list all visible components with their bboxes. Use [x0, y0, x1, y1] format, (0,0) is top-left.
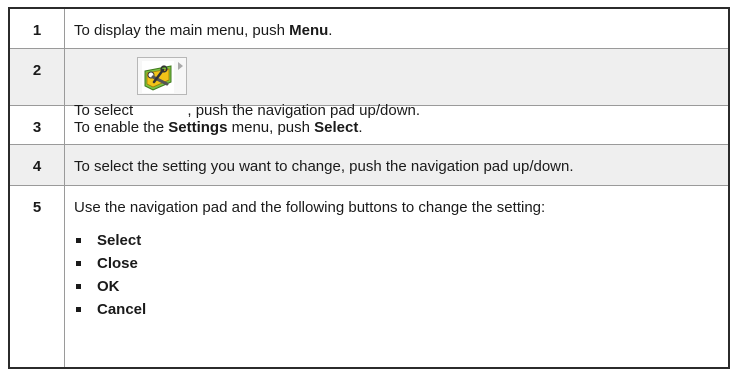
settings-tools-icon: [137, 57, 188, 119]
step-number: 3: [10, 106, 65, 144]
button-name: Select: [97, 232, 142, 249]
step-text-part: Use the navigation pad and the following…: [74, 199, 546, 216]
step-row-5: 5 Use the navigation pad and the followi…: [10, 186, 728, 367]
button-list: Select Close OK Cancel: [74, 229, 718, 321]
step-text: Use the navigation pad and the following…: [65, 186, 728, 367]
step-number: 4: [10, 145, 65, 185]
step-row-4: 4 To select the setting you want to chan…: [10, 145, 728, 186]
step-row-1: 1 To display the main menu, push Menu.: [10, 9, 728, 49]
select-key-label: Select: [314, 119, 359, 136]
bullet-square-icon: [76, 307, 81, 312]
step-text-part: , push the navigation pad up/down.: [187, 102, 421, 119]
list-item: OK: [74, 275, 718, 298]
submenu-arrow-icon: [178, 62, 184, 70]
step-text-part: .: [328, 22, 333, 39]
button-name: OK: [97, 278, 120, 295]
step-text: To select , push the navigation pad up/d…: [65, 49, 728, 119]
step-text-part: To display the main menu, push: [74, 22, 290, 39]
step-row-2: 2 To select , push the navigation pad up…: [10, 49, 728, 119]
bullet-square-icon: [76, 261, 81, 266]
step-text: To select the setting you want to change…: [65, 145, 728, 185]
bullet-square-icon: [76, 284, 81, 289]
button-name: Cancel: [97, 301, 147, 318]
step-number: 1: [10, 9, 65, 48]
step-text: To display the main menu, push Menu.: [65, 9, 728, 48]
menu-key-label: Menu: [289, 22, 329, 39]
settings-menu-label: Settings: [168, 119, 228, 136]
button-name: Close: [97, 255, 138, 272]
step-text-part: To enable the: [74, 119, 169, 136]
step-number: 5: [10, 186, 65, 367]
list-item: Select: [74, 229, 718, 252]
step-number: 2: [10, 49, 65, 105]
steps-table: 1 To display the main menu, push Menu. 2…: [8, 7, 730, 369]
step-text-part: menu, push: [227, 119, 315, 136]
bullet-square-icon: [76, 238, 81, 243]
list-item: Cancel: [74, 298, 718, 321]
step-text-part: .: [358, 119, 363, 136]
step-text-part: To select: [74, 102, 138, 119]
list-item: Close: [74, 252, 718, 275]
